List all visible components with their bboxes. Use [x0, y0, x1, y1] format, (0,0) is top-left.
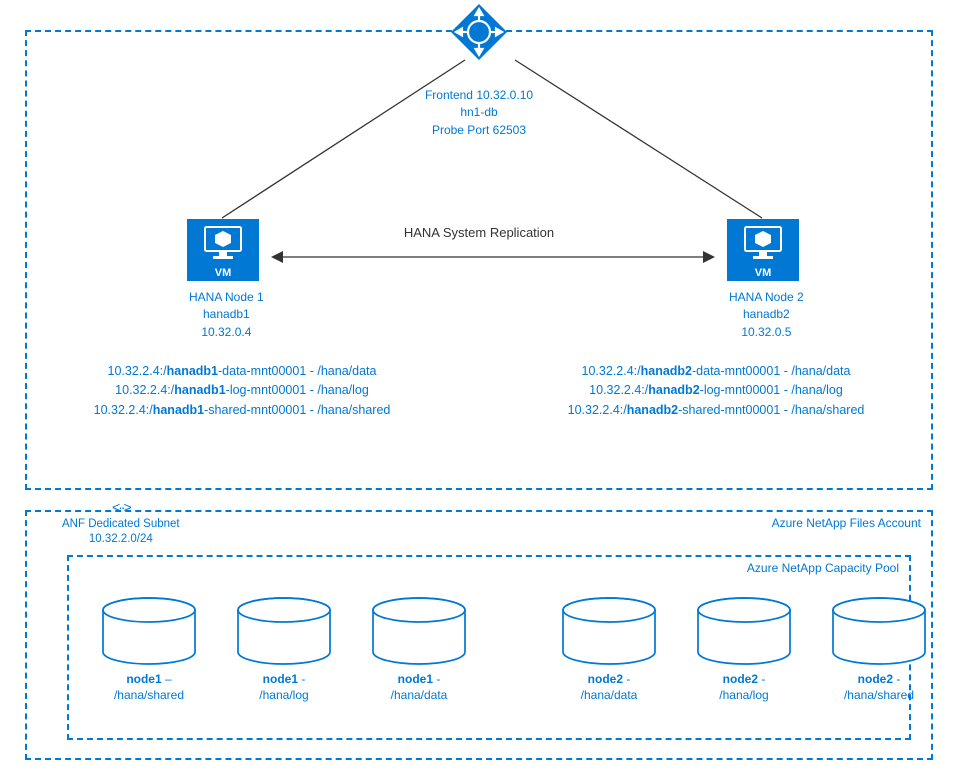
disk-label: node1 -/hana/data: [364, 671, 474, 703]
node1-mounts: 10.32.2.4:/hanadb1-data-mnt00001 - /hana…: [42, 362, 442, 420]
node2-host: hanadb2: [729, 306, 804, 323]
vm-label: VM: [727, 267, 799, 279]
disk-icon: [234, 597, 334, 667]
subnet-icon: <··>: [62, 498, 180, 517]
node1-title: HANA Node 1: [189, 289, 264, 306]
anf-subnet-cidr: 10.32.2.0/24: [62, 532, 180, 548]
lb-frontend-ip: Frontend 10.32.0.10: [425, 87, 533, 104]
volume-disk: node1 -/hana/log: [229, 597, 339, 703]
volume-disk: node2 -/hana/log: [689, 597, 799, 703]
anf-capacity-pool-box: Azure NetApp Capacity Pool node1 –/hana/…: [67, 555, 911, 740]
disk-label: node1 -/hana/log: [229, 671, 339, 703]
node2-title: HANA Node 2: [729, 289, 804, 306]
node1-host: hanadb1: [189, 306, 264, 323]
volume-disk: node2 -/hana/shared: [824, 597, 934, 703]
node1-ip: 10.32.0.4: [189, 324, 264, 341]
load-balancer-icon: [451, 4, 507, 60]
node2-ip: 10.32.0.5: [729, 324, 804, 341]
disk-icon: [559, 597, 659, 667]
mount-line: 10.32.2.4:/hanadb2-shared-mnt00001 - /ha…: [516, 401, 916, 420]
mount-line: 10.32.2.4:/hanadb2-data-mnt00001 - /hana…: [516, 362, 916, 381]
disk-icon: [99, 597, 199, 667]
lb-name: hn1-db: [425, 104, 533, 121]
hsr-arrow: [271, 247, 715, 267]
vm-label: VM: [187, 267, 259, 279]
disk-label: node1 –/hana/shared: [94, 671, 204, 703]
node2-info: HANA Node 2 hanadb2 10.32.0.5: [729, 289, 804, 341]
vm-node1-icon: VM: [187, 219, 259, 281]
anf-subnet-label: <··> ANF Dedicated Subnet 10.32.2.0/24: [62, 498, 180, 548]
anf-subnet-text: ANF Dedicated Subnet: [62, 517, 180, 533]
vm-node2-icon: VM: [727, 219, 799, 281]
cluster-box: Frontend 10.32.0.10 hn1-db Probe Port 62…: [25, 30, 933, 490]
disk-icon: [829, 597, 929, 667]
node2-mounts: 10.32.2.4:/hanadb2-data-mnt00001 - /hana…: [516, 362, 916, 420]
disk-icon: [369, 597, 469, 667]
volume-disk: node1 -/hana/data: [364, 597, 474, 703]
mount-line: 10.32.2.4:/hanadb1-log-mnt00001 - /hana/…: [42, 381, 442, 400]
mount-line: 10.32.2.4:/hanadb1-data-mnt00001 - /hana…: [42, 362, 442, 381]
volume-disk: node1 –/hana/shared: [94, 597, 204, 703]
disk-label: node2 -/hana/shared: [824, 671, 934, 703]
disk-label: node2 -/hana/data: [554, 671, 664, 703]
anf-account-box: <··> ANF Dedicated Subnet 10.32.2.0/24 A…: [25, 510, 933, 760]
mount-line: 10.32.2.4:/hanadb2-log-mnt00001 - /hana/…: [516, 381, 916, 400]
hsr-label: HANA System Replication: [404, 225, 554, 240]
lb-probe-port: Probe Port 62503: [425, 122, 533, 139]
volume-disk: node2 -/hana/data: [554, 597, 664, 703]
anf-pool-label: Azure NetApp Capacity Pool: [747, 561, 899, 575]
disk-label: node2 -/hana/log: [689, 671, 799, 703]
disk-icon: [694, 597, 794, 667]
node1-info: HANA Node 1 hanadb1 10.32.0.4: [189, 289, 264, 341]
load-balancer-label: Frontend 10.32.0.10 hn1-db Probe Port 62…: [425, 87, 533, 139]
anf-account-label: Azure NetApp Files Account: [772, 516, 921, 530]
mount-line: 10.32.2.4:/hanadb1-shared-mnt00001 - /ha…: [42, 401, 442, 420]
